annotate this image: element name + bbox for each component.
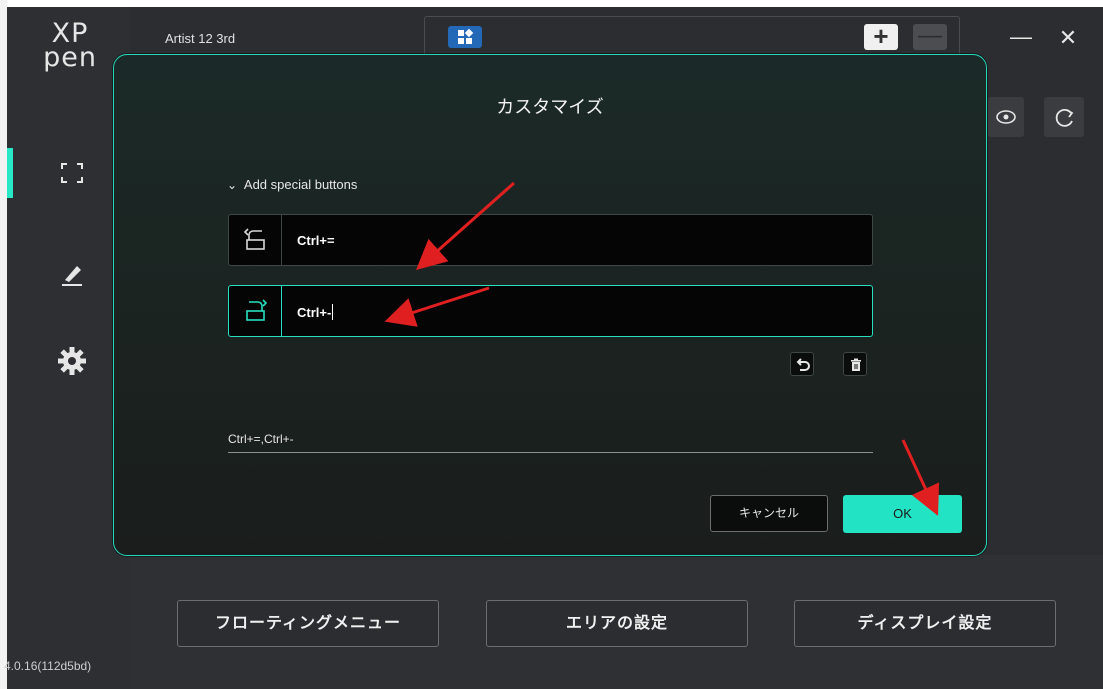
left-edge: [0, 0, 7, 689]
section-label: Add special buttons: [243, 177, 358, 192]
shortcut-summary: Ctrl+=,Ctrl+-: [228, 432, 294, 446]
sidebar-item-settings[interactable]: [7, 336, 130, 386]
icon-cell: [229, 286, 282, 336]
chevron-down-icon: ⌄: [227, 178, 238, 192]
remove-app-button[interactable]: —: [913, 24, 947, 50]
floating-menu-button[interactable]: フローティングメニュー: [177, 600, 439, 647]
delete-button[interactable]: [843, 352, 867, 376]
rotate-ccw-icon: [243, 228, 265, 250]
rotate-cw-icon: [246, 299, 268, 321]
window-close-button[interactable]: ✕: [1058, 27, 1078, 49]
refresh-icon[interactable]: [1044, 97, 1084, 137]
pen-icon: [62, 266, 82, 286]
window-minimize-button[interactable]: —: [1010, 26, 1032, 48]
undo-icon: [796, 358, 810, 371]
shortcut-row-2[interactable]: Ctrl+-: [228, 285, 873, 337]
display-settings-button[interactable]: ディスプレイ設定: [794, 600, 1056, 647]
app-grid-icon[interactable]: [448, 26, 482, 48]
text-caret: [332, 304, 334, 320]
trash-icon: [851, 358, 861, 371]
add-app-button[interactable]: +: [864, 23, 898, 50]
cancel-button[interactable]: キャンセル: [710, 495, 828, 532]
icon-cell: [229, 215, 282, 265]
summary-underline: [228, 452, 873, 453]
section-header[interactable]: ⌄ Add special buttons: [227, 177, 357, 192]
sidebar-item-tablet-area[interactable]: [7, 148, 130, 198]
area-settings-button[interactable]: エリアの設定: [486, 600, 748, 647]
shortcut-input[interactable]: Ctrl+-: [297, 304, 334, 320]
ok-button[interactable]: OK: [843, 495, 962, 533]
shortcut-row-1[interactable]: Ctrl+=: [228, 214, 873, 266]
shortcut-value: Ctrl+=: [297, 233, 335, 248]
frame-icon: [61, 163, 83, 183]
xppen-logo: XP pen: [43, 18, 97, 73]
gear-icon: [58, 347, 86, 375]
eye-icon[interactable]: [988, 97, 1024, 137]
dialog-title: カスタマイズ: [496, 97, 604, 117]
version-label: 4.0.16(112d5bd): [4, 659, 92, 673]
sidebar-item-pen[interactable]: [7, 248, 130, 298]
device-name: Artist 12 3rd: [165, 31, 236, 46]
undo-button[interactable]: [790, 352, 814, 376]
